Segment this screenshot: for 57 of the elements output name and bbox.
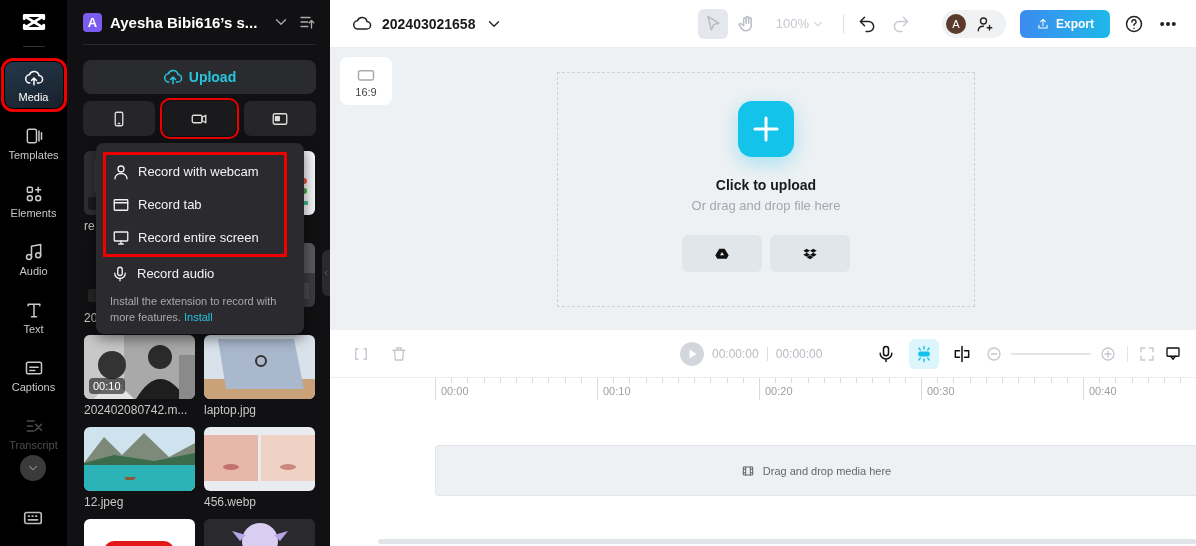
expand-button[interactable] <box>20 455 46 481</box>
file-name: 12.jpeg <box>84 494 125 511</box>
camera-source-button[interactable] <box>163 101 236 136</box>
sidebar-item[interactable]: Text <box>4 294 63 340</box>
drive-button[interactable] <box>682 235 762 272</box>
user-avatar[interactable]: A <box>945 13 966 34</box>
file-name: 456.webp <box>204 494 258 511</box>
cloud-upload-icon <box>162 67 183 87</box>
current-time: 00:00:00 <box>712 346 759 361</box>
menu-item[interactable]: Record entire screen <box>106 221 284 254</box>
extension-note: Install the extension to record with more features. Install <box>110 294 278 325</box>
file-name: laptop.jpg <box>204 402 258 419</box>
duration-badge: 00:10 <box>89 378 125 394</box>
sidebar-item[interactable]: Audio <box>4 236 63 282</box>
add-user-icon[interactable] <box>975 14 994 33</box>
track-hint: Drag and drop media here <box>762 464 892 477</box>
menu-item[interactable]: Record audio <box>102 257 298 290</box>
preview-icon[interactable] <box>1164 344 1182 363</box>
menu-item[interactable]: Record with webcam <box>106 155 284 188</box>
microphone-icon <box>111 264 129 283</box>
monitor-icon <box>112 228 130 247</box>
film-icon <box>740 463 755 478</box>
upload-arrow-icon <box>1035 16 1050 31</box>
person-icon <box>112 162 130 181</box>
split-icon <box>952 343 972 364</box>
ruler-label: 00:40 <box>1083 378 1196 400</box>
menu-item[interactable]: Record tab <box>106 188 284 221</box>
project-title[interactable]: 202403021658 <box>382 15 476 32</box>
upload-dropzone[interactable]: Click to upload Or drag and drop file here <box>557 72 975 307</box>
ruler-label: 00:30 <box>921 378 1083 400</box>
ruler-label: 00:10 <box>597 378 759 400</box>
sidebar-item[interactable]: Captions <box>4 352 63 398</box>
install-link[interactable]: Install <box>184 311 213 323</box>
upload-hint: Or drag and drop file here <box>691 198 841 213</box>
screen-source-button[interactable] <box>243 101 316 136</box>
workspace-name[interactable]: Ayesha Bibi616’s s... <box>110 13 264 31</box>
total-time: 00:00:00 <box>775 346 823 361</box>
music-note-icon <box>23 241 44 262</box>
sidebar-item[interactable]: Templates <box>4 120 63 166</box>
magnet-snap-toggle[interactable] <box>909 338 939 369</box>
collaborators-pill[interactable]: A <box>941 9 1006 38</box>
file-name: re <box>84 218 96 235</box>
media-track[interactable]: Drag and drop media here <box>435 445 1196 496</box>
upload-button[interactable]: Upload <box>83 60 316 94</box>
collapse-handle[interactable] <box>322 250 330 296</box>
scrollbar[interactable] <box>378 539 1196 544</box>
ruler-label: 00:20 <box>759 378 921 400</box>
aspect-ratio-button[interactable]: 16:9 <box>340 57 392 105</box>
sidebar-item[interactable]: Elements <box>4 178 63 224</box>
microphone-icon <box>876 343 896 364</box>
upload-title: Click to upload <box>715 177 817 193</box>
workspace-avatar: A <box>83 12 102 32</box>
file-name: 202402080742.m... <box>84 402 189 419</box>
dropbox-button[interactable] <box>770 235 850 272</box>
phone-source-button[interactable] <box>83 101 156 136</box>
help-icon[interactable] <box>1124 13 1144 34</box>
ruler-label: 00:00 <box>435 378 597 400</box>
